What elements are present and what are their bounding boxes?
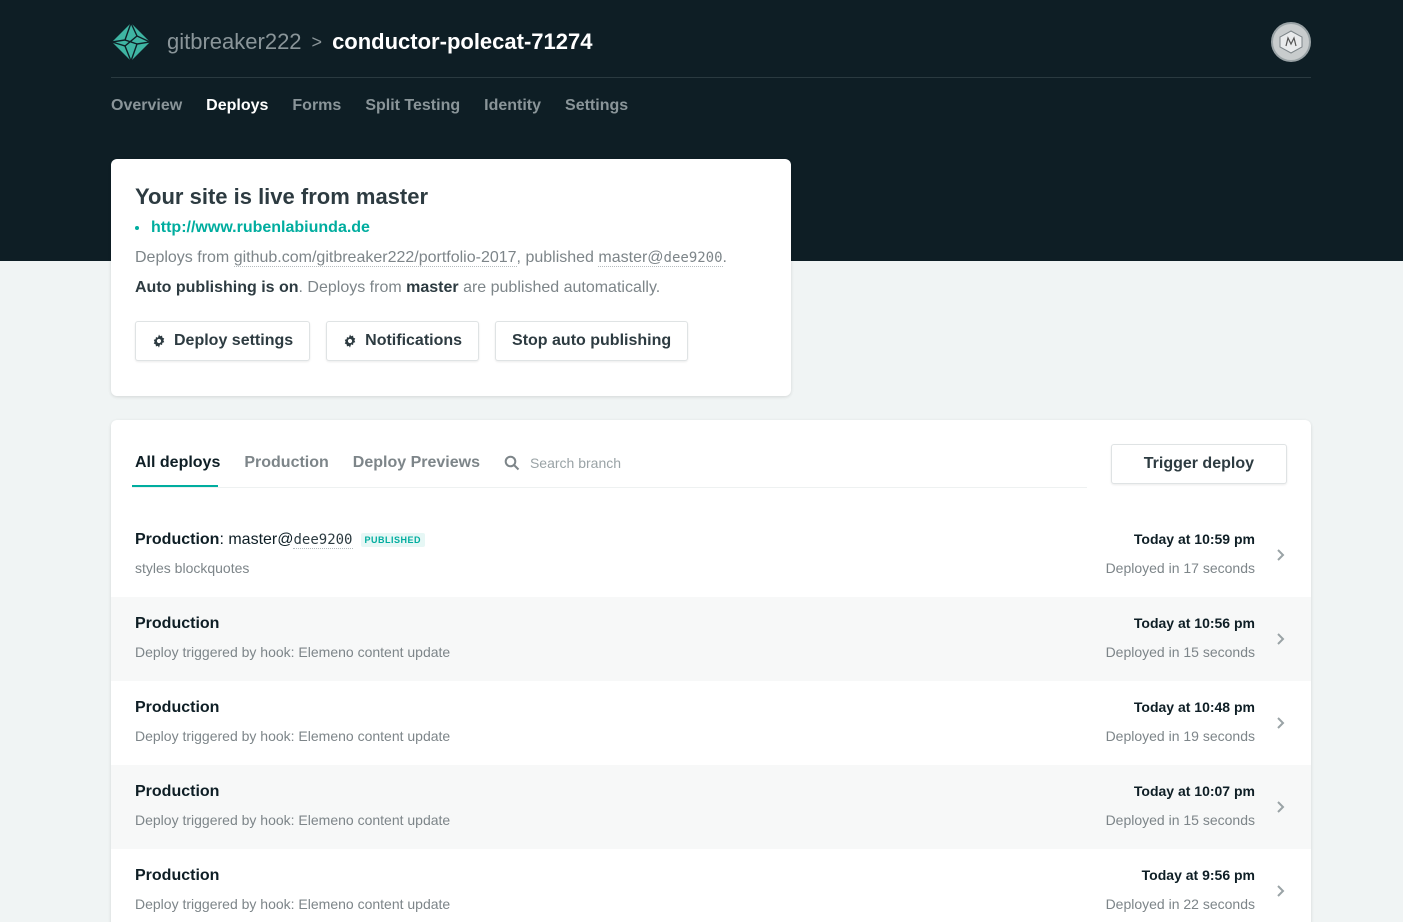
deploy-settings-button[interactable]: Deploy settings [135,321,311,361]
chevron-right-icon [1277,633,1285,645]
site-header: gitbreaker222 > conductor-polecat-71274 [111,18,1311,78]
deploy-branch: master@ [228,531,294,548]
deploy-message: styles blockquotes [135,560,250,576]
trigger-deploy-button[interactable]: Trigger deploy [1110,444,1287,484]
published-branch: master@ [598,249,664,266]
deploy-duration: Deployed in 22 seconds [1105,896,1255,912]
deploy-row-title: Production [135,615,219,633]
deploy-settings-label: Deploy settings [174,332,294,349]
notifications-label: Notifications [365,332,463,349]
user-avatar-icon [1279,30,1303,54]
gear-icon [153,334,165,348]
site-url-link[interactable]: http://www.rubenlabiunda.de [151,219,370,237]
chevron-right-icon [1277,885,1285,897]
published-ref-link[interactable]: master@dee9200 [598,249,723,267]
deploy-row[interactable]: Production Deploy triggered by hook: Ele… [111,765,1311,849]
chevron-right-icon [1277,549,1285,561]
deploy-context: Production [135,783,220,800]
repo-link[interactable]: github.com/gitbreaker222/portfolio-2017 [233,249,517,267]
auto-text-2: are published automatically. [463,279,661,296]
deploy-row[interactable]: Production Deploy triggered by hook: Ele… [111,681,1311,765]
tab-all-deploys[interactable]: All deploys [135,454,220,472]
nav-deploys[interactable]: Deploys [206,97,268,115]
published-text: , published [516,249,594,266]
deploy-row-title: Production [135,783,219,801]
period: . [722,249,727,266]
avatar[interactable] [1271,22,1311,62]
site-nav: Overview Deploys Forms Split Testing Ide… [111,97,628,115]
breadcrumb-separator: > [311,32,323,52]
chevron-right-icon [1277,717,1285,729]
auto-publishing-line: Auto publishing is on. Deploys from mast… [135,279,767,297]
deploy-message: Deploy triggered by hook: Elemeno conten… [135,812,451,828]
deploys-list-card: All deploys Production Deploy Previews T… [111,420,1311,922]
deploy-row[interactable]: Production: master@ dee9200 PUBLISHED sty… [111,513,1311,597]
deploy-list: Production: master@ dee9200 PUBLISHED sty… [111,513,1311,922]
tab-production[interactable]: Production [244,454,328,472]
breadcrumb-team-link[interactable]: gitbreaker222 [167,28,302,56]
deploy-row-title: Production: master@ dee9200 PUBLISHED [135,531,426,549]
trigger-deploy-label: Trigger deploy [1143,455,1254,472]
stop-auto-publishing-button[interactable]: Stop auto publishing [495,321,689,361]
notifications-button[interactable]: Notifications [326,321,480,361]
deploy-row-title: Production [135,867,219,885]
deploy-context: Production [135,615,220,632]
deploys-from-prefix: Deploys from [135,249,230,266]
tabs-divider [132,487,1087,488]
gear-icon [344,334,356,348]
deploy-context: Production [135,531,220,548]
nav-forms[interactable]: Forms [292,97,341,115]
deploy-duration: Deployed in 15 seconds [1105,644,1255,660]
deploy-context: Production [135,867,220,884]
search-branch-input[interactable] [529,455,690,471]
auto-branch: master [406,279,459,296]
breadcrumb-site-name[interactable]: conductor-polecat-71274 [332,28,592,56]
netlify-logo-icon[interactable] [111,22,151,62]
deploy-row-title: Production [135,699,219,717]
live-card-buttons: Deploy settings Notifications Stop auto … [135,321,767,361]
bullet-dot [135,226,139,230]
deploy-time: Today at 10:48 pm [1133,699,1255,715]
breadcrumb: gitbreaker222 > conductor-polecat-71274 [167,28,592,56]
nav-identity[interactable]: Identity [484,97,541,115]
deploy-duration: Deployed in 15 seconds [1105,812,1255,828]
deploy-context: Production [135,699,220,716]
deploy-duration: Deployed in 17 seconds [1105,560,1255,576]
deploy-message: Deploy triggered by hook: Elemeno conten… [135,644,451,660]
chevron-right-icon [1277,801,1285,813]
site-url: http://www.rubenlabiunda.de [135,219,767,237]
deploy-time: Today at 10:56 pm [1133,615,1255,631]
site-live-card: Your site is live from master http://www… [111,159,791,396]
deploy-time: Today at 9:56 pm [1141,867,1255,883]
deploy-row[interactable]: Production Deploy triggered by hook: Ele… [111,849,1311,922]
deploy-commit[interactable]: dee9200 [293,532,353,549]
deploy-colon: : [219,531,224,548]
auto-publishing-label: Auto publishing is on [135,279,299,296]
live-card-title: Your site is live from master [135,184,429,209]
nav-settings[interactable]: Settings [565,97,628,115]
published-commit: dee9200 [663,250,723,266]
search-branch [504,455,690,471]
deploy-message: Deploy triggered by hook: Elemeno conten… [135,728,451,744]
nav-overview[interactable]: Overview [111,97,182,115]
auto-text-1: . Deploys from [298,279,402,296]
search-icon [504,455,520,471]
status-badge: PUBLISHED [360,533,426,547]
deploys-from-line: Deploys from github.com/gitbreaker222/po… [135,249,767,267]
deploy-time: Today at 10:59 pm [1133,531,1255,547]
deploy-row[interactable]: Production Deploy triggered by hook: Ele… [111,597,1311,681]
tab-deploy-previews[interactable]: Deploy Previews [353,454,480,472]
deploy-tabs: All deploys Production Deploy Previews T… [132,444,1287,488]
deploy-message: Deploy triggered by hook: Elemeno conten… [135,896,451,912]
nav-split-testing[interactable]: Split Testing [365,97,460,115]
stop-auto-publishing-label: Stop auto publishing [512,332,672,349]
deploy-time: Today at 10:07 pm [1133,783,1255,799]
deploy-duration: Deployed in 19 seconds [1105,728,1255,744]
